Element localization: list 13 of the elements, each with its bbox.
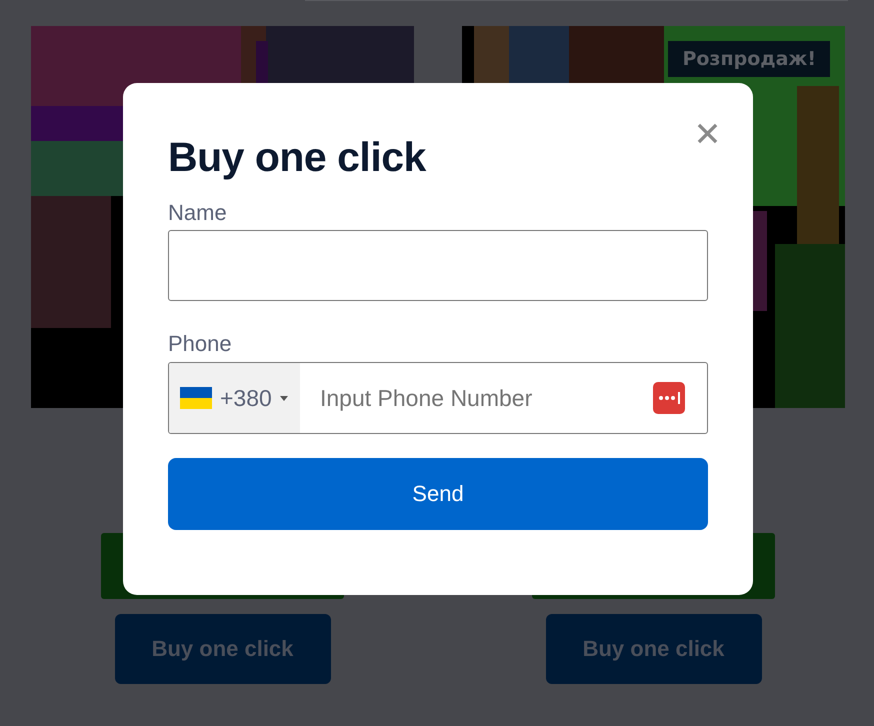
send-button[interactable]: Send — [168, 458, 708, 530]
field-label: Phone — [168, 330, 233, 358]
password-manager-icon[interactable] — [653, 382, 685, 414]
name-field[interactable] — [168, 230, 708, 301]
sale-badge: Розпродаж! — [668, 41, 830, 77]
country-code: +380 — [220, 384, 272, 412]
caret-icon — [280, 396, 288, 400]
phone-field[interactable]: +380 Input Phone Number — [168, 362, 708, 434]
flag-icon — [180, 387, 212, 409]
field-label: Name — [168, 199, 228, 227]
modal-title: Buy one click — [168, 133, 428, 181]
country-selector[interactable]: +380 — [169, 363, 300, 433]
close-icon[interactable] — [697, 123, 718, 144]
